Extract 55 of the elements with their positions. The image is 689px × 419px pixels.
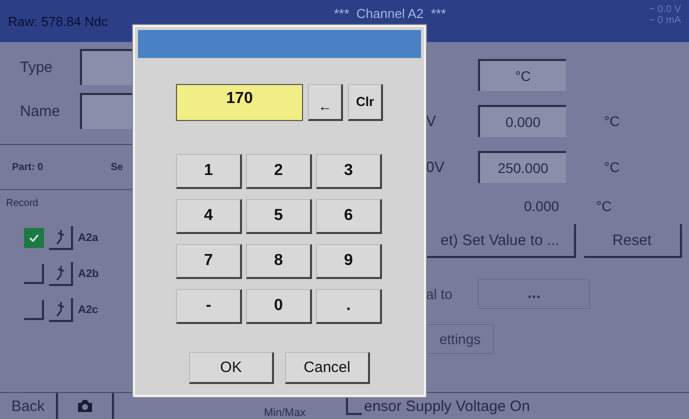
channel-label: A2b (78, 268, 99, 280)
cut-label: Se (110, 162, 123, 172)
keypad-key[interactable]: - (176, 289, 242, 324)
part-label: Part: 0 (12, 162, 44, 172)
keypad-key[interactable]: 9 (316, 244, 382, 279)
current-reading: ~ 0 mA (649, 15, 681, 26)
sensor-button[interactable] (49, 226, 73, 250)
cancel-button[interactable]: Cancel (285, 352, 370, 384)
type-field[interactable] (80, 49, 133, 85)
keypad-key[interactable]: 8 (246, 244, 312, 279)
channel-label: A2a (78, 232, 98, 244)
record-checkbox[interactable] (24, 300, 44, 320)
channel-label: A2c (78, 304, 98, 316)
value-display[interactable]: 170 (176, 84, 303, 120)
range-field[interactable]: 0.000 (478, 105, 566, 137)
ok-button[interactable]: OK (189, 352, 274, 384)
range-label: 0V (426, 158, 446, 176)
check-icon (29, 234, 39, 242)
type-label: Type (19, 58, 54, 76)
keypad-key[interactable]: 0 (246, 289, 312, 324)
record-checkbox[interactable] (24, 228, 44, 248)
probe-icon (54, 301, 66, 317)
sensor-button[interactable] (49, 262, 73, 286)
probe-icon (54, 229, 66, 245)
minmax-label: Min/Max (264, 407, 307, 419)
unit-label: °C (596, 198, 612, 214)
channel-title: *** Channel A2 *** (334, 6, 446, 21)
sensor-button[interactable] (49, 298, 73, 322)
keypad-key[interactable]: . (316, 289, 382, 324)
record-checkbox[interactable] (24, 264, 44, 284)
backspace-button[interactable]: ← (308, 84, 343, 120)
keypad-key[interactable]: 4 (176, 199, 242, 234)
keypad-key[interactable]: 3 (316, 154, 382, 189)
probe-icon (54, 265, 66, 281)
raw-value: Raw: 578.84 Ndc (8, 14, 109, 29)
voltage-reading: ~ 0.0 V (649, 4, 681, 15)
unit-label: °C (604, 113, 620, 129)
range-label: V (426, 112, 438, 130)
unit-label: °C (604, 159, 620, 175)
camera-icon (77, 399, 93, 413)
disabled-field: ... (478, 279, 590, 309)
name-label: Name (19, 102, 62, 120)
reading-value: 0.000 (524, 198, 560, 214)
name-field[interactable] (80, 93, 133, 129)
unit-field[interactable]: °C (478, 59, 566, 91)
record-label: Record (5, 197, 40, 211)
keypad-key[interactable]: 6 (316, 199, 382, 234)
range-field[interactable]: 250.000 (478, 151, 566, 183)
clear-button[interactable]: Clr (348, 84, 383, 120)
disabled-label: al to (426, 286, 454, 302)
keypad-key[interactable]: 1 (176, 154, 242, 189)
supply-label: ensor Supply Voltage On (364, 398, 530, 414)
keypad-key[interactable]: 7 (176, 244, 242, 279)
keypad-key[interactable]: 2 (246, 154, 312, 189)
keypad-key[interactable]: 5 (246, 199, 312, 234)
